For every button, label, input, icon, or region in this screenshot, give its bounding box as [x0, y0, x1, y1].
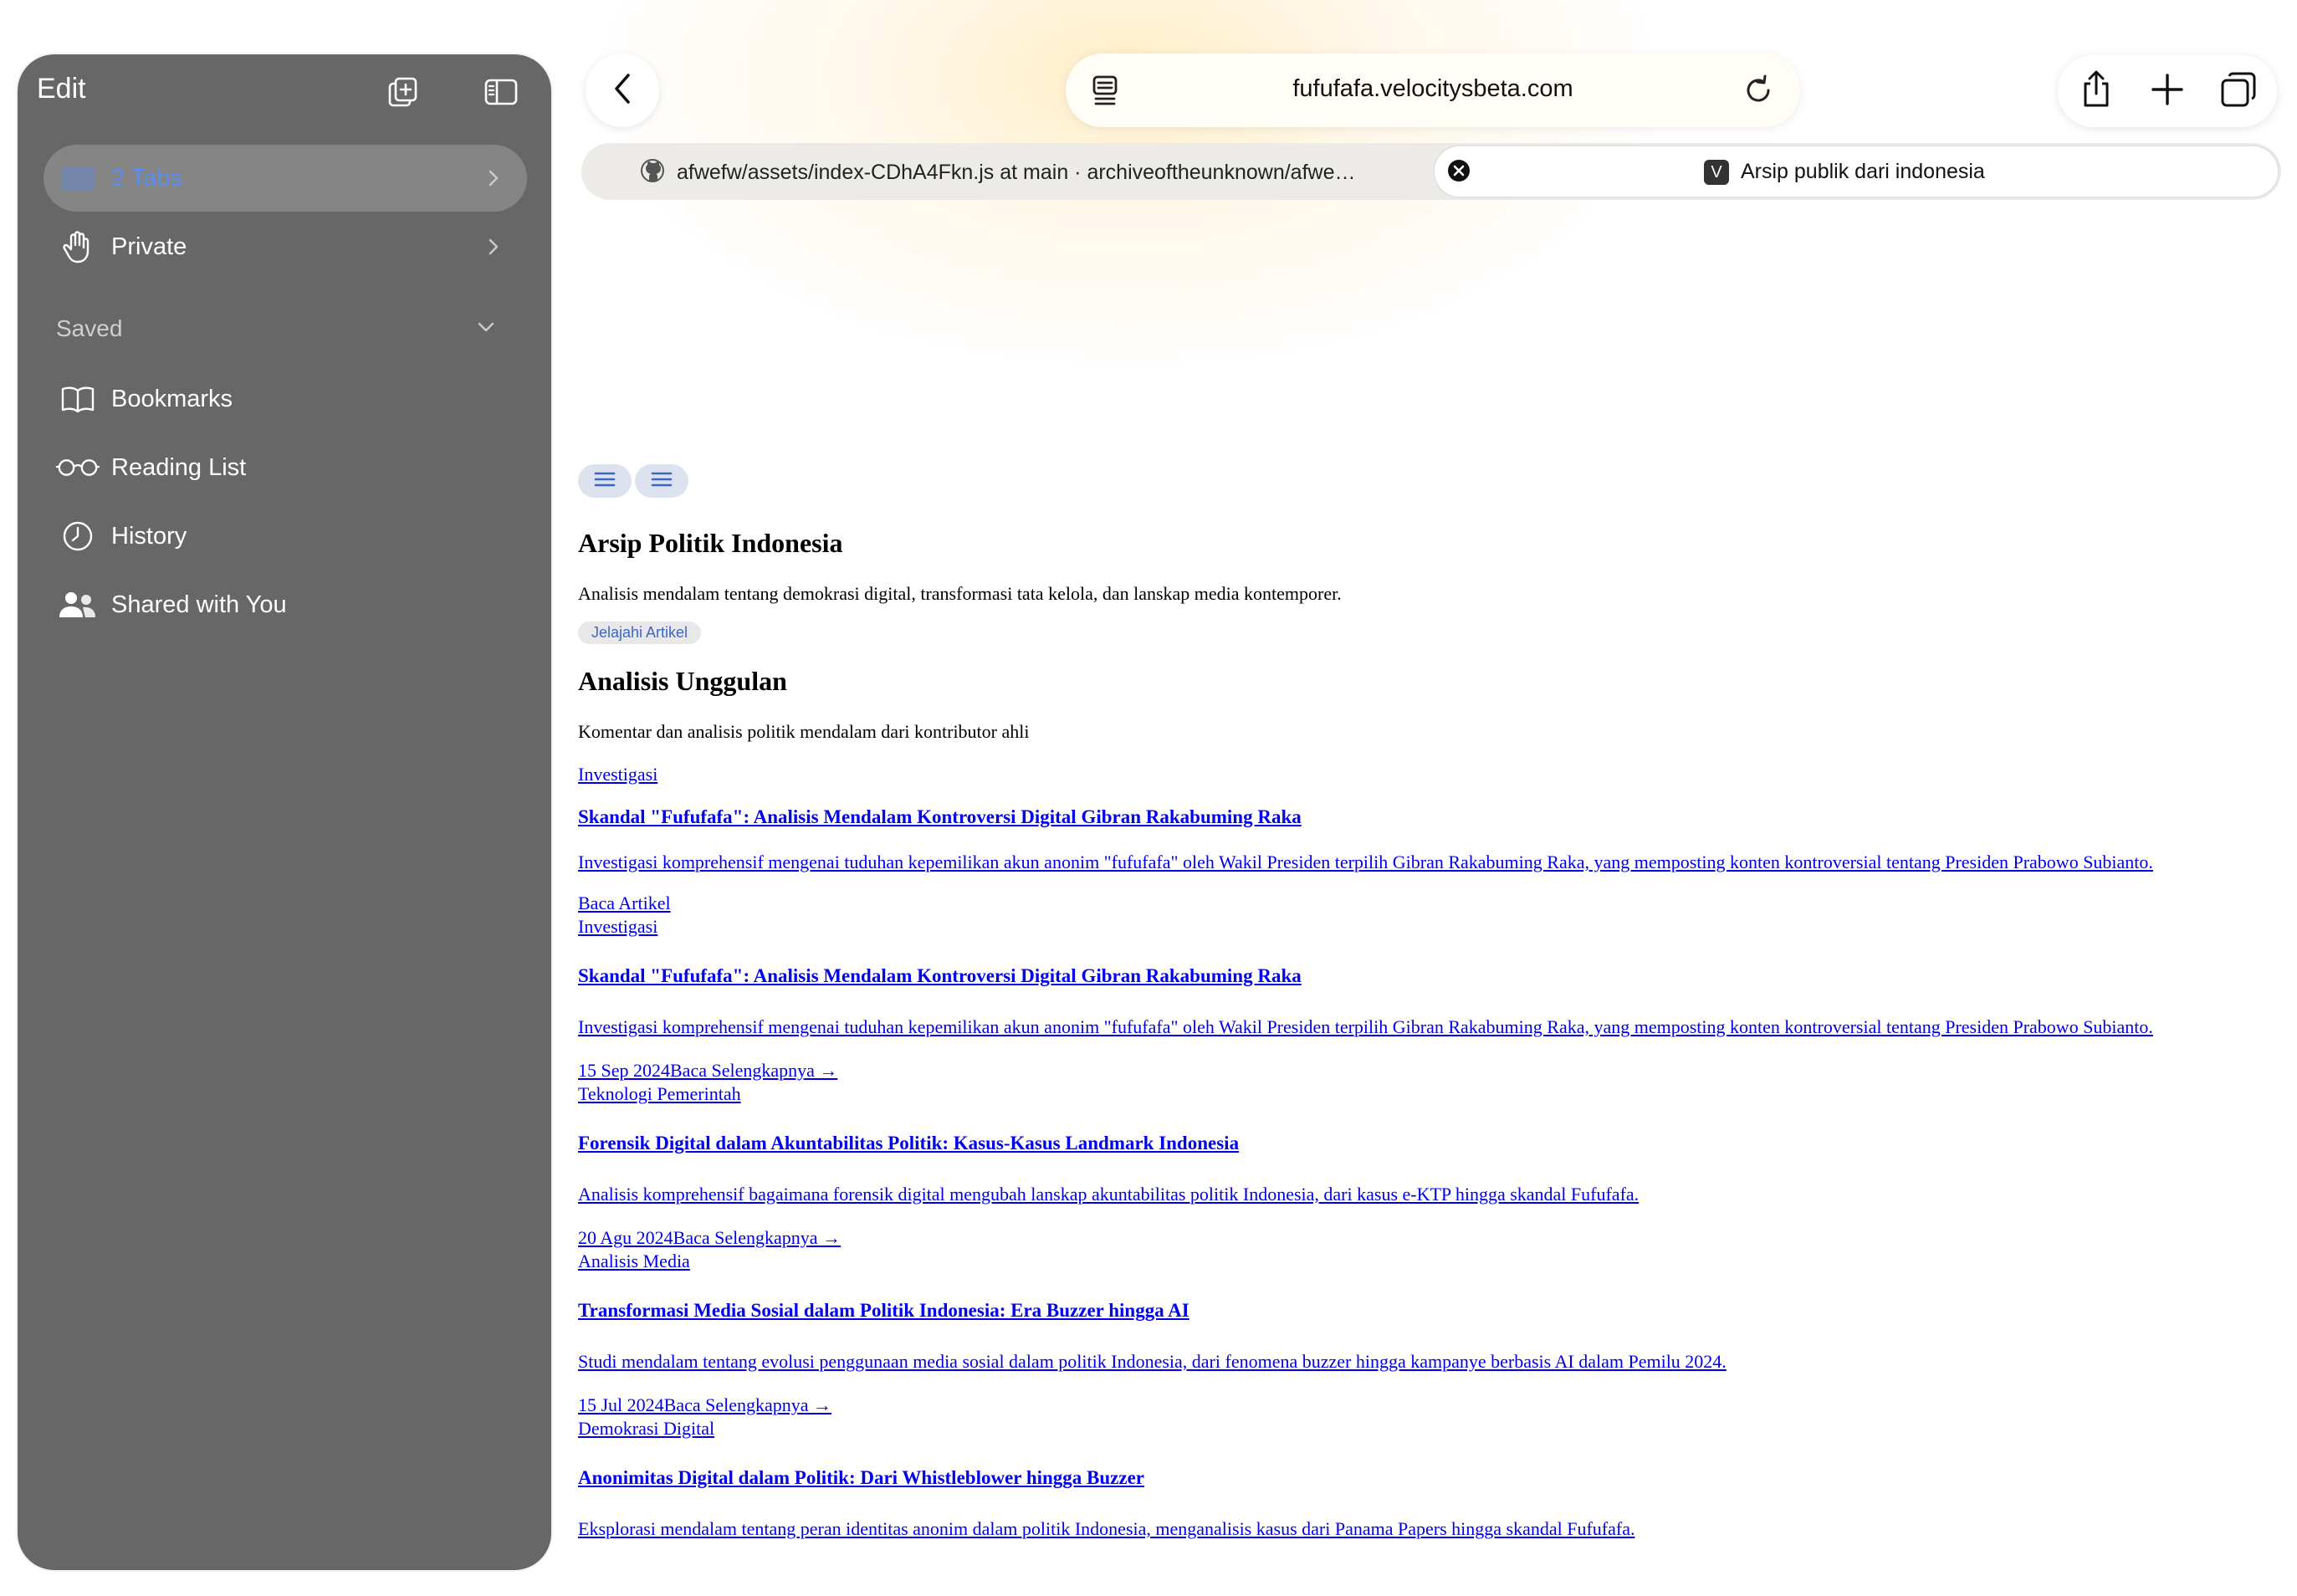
saved-section-header[interactable]: Saved	[56, 315, 122, 342]
sidebar-item-reading-list[interactable]: Reading List	[43, 434, 527, 501]
tab-overview-icon	[2220, 71, 2257, 112]
clock-icon	[56, 520, 100, 552]
article-card: Teknologi Pemerintah Forensik Digital da…	[578, 1082, 2284, 1250]
close-tab-icon[interactable]	[1446, 158, 1471, 187]
sidebar-item-label: Reading List	[111, 453, 247, 481]
read-article-link[interactable]: Baca Artikel	[578, 892, 2284, 915]
article-title-link[interactable]: Anonimitas Digital dalam Politik: Dari W…	[578, 1466, 2284, 1491]
tabs-icon	[56, 165, 100, 192]
article-card: Demokrasi Digital Anonimitas Digital dal…	[578, 1417, 2284, 1541]
article-title-link[interactable]: Forensik Digital dalam Akuntabilitas Pol…	[578, 1131, 2284, 1156]
hamburger-icon	[594, 471, 616, 492]
article-title-link[interactable]: Transformasi Media Sosial dalam Politik …	[578, 1298, 2284, 1323]
url-text: fufufafa.velocitysbeta.com	[1292, 75, 1573, 102]
article-category-link[interactable]: Demokrasi Digital	[578, 1417, 2284, 1440]
sidebar: Edit 2 Tabs Private Saved Bookmarks Read…	[18, 54, 551, 1570]
article-card: Investigasi Skandal "Fufufafa": Analisis…	[578, 763, 2284, 915]
sidebar-item-tabs[interactable]: 2 Tabs	[43, 145, 527, 212]
article-excerpt-link[interactable]: Analisis komprehensif bagaimana forensik…	[578, 1183, 2284, 1206]
sidebar-item-bookmarks[interactable]: Bookmarks	[43, 366, 527, 432]
article-title-link[interactable]: Skandal "Fufufafa": Analisis Mendalam Ko…	[578, 964, 2284, 989]
plus-icon	[2151, 73, 2184, 110]
share-button[interactable]	[2075, 70, 2117, 112]
new-tab-group-icon[interactable]	[382, 71, 424, 113]
article-category-link[interactable]: Investigasi	[578, 915, 2284, 939]
article-excerpt-link[interactable]: Studi mendalam tentang evolusi penggunaa…	[578, 1350, 2284, 1373]
tab-active[interactable]: V Arsip publik dari indonesia	[1433, 145, 2279, 198]
sidebar-item-shared-with-you[interactable]: Shared with You	[43, 571, 527, 638]
featured-heading: Analisis Unggulan	[578, 666, 787, 696]
address-bar[interactable]: fufufafa.velocitysbeta.com	[1066, 54, 1800, 127]
article-card: Analisis Media Transformasi Media Sosial…	[578, 1250, 2284, 1417]
sidebar-toggle-icon[interactable]	[480, 71, 522, 113]
glasses-icon	[56, 457, 100, 478]
article-excerpt-link[interactable]: Eksplorasi mendalam tentang peran identi…	[578, 1517, 2284, 1541]
tab-strip: afwefw/assets/index-CDhA4Fkn.js at main …	[581, 143, 2281, 200]
people-icon	[56, 591, 100, 619]
article-category-link[interactable]: Analisis Media	[578, 1250, 2284, 1273]
article-excerpt-link[interactable]: Investigasi komprehensif mengenai tuduha…	[578, 852, 2284, 873]
article-title-link[interactable]: Skandal "Fufufafa": Analisis Mendalam Ko…	[578, 805, 2284, 830]
hand-icon	[56, 230, 100, 263]
article-date-read-more-link[interactable]: 15 Sep 2024Baca Selengkapnya →	[578, 1059, 2284, 1082]
toolbar-actions	[2058, 55, 2277, 127]
explore-articles-button[interactable]: Jelajahi Artikel	[578, 622, 702, 644]
sidebar-item-label: Private	[111, 233, 187, 260]
chevron-right-icon	[477, 237, 510, 257]
tab-github[interactable]: afwefw/assets/index-CDhA4Fkn.js at main …	[640, 158, 1355, 187]
chevron-right-icon	[477, 168, 510, 188]
tab-label: afwefw/assets/index-CDhA4Fkn.js at main …	[677, 161, 1356, 184]
article-excerpt-link[interactable]: Investigasi komprehensif mengenai tuduha…	[578, 1015, 2284, 1039]
site-favicon: V	[1704, 160, 1729, 185]
share-icon	[2080, 70, 2113, 113]
sidebar-item-label: Shared with You	[111, 591, 287, 618]
hamburger-icon	[651, 471, 673, 492]
featured-subtitle: Komentar dan analisis politik mendalam d…	[578, 721, 1030, 742]
chevron-down-icon[interactable]	[476, 320, 496, 338]
sidebar-item-private[interactable]: Private	[43, 213, 527, 280]
tab-label: Arsip publik dari indonesia	[1741, 160, 1985, 183]
reload-icon[interactable]	[1740, 72, 1777, 113]
web-page-content: Arsip Politik Indonesia Analisis mendala…	[578, 464, 2284, 1541]
menu-button-secondary[interactable]	[635, 464, 688, 498]
page-title: Arsip Politik Indonesia	[578, 528, 843, 558]
sidebar-item-label: 2 Tabs	[111, 164, 182, 192]
article-date-read-more-link[interactable]: 20 Agu 2024Baca Selengkapnya →	[578, 1226, 2284, 1250]
article-card: Investigasi Skandal "Fufufafa": Analisis…	[578, 915, 2284, 1082]
sidebar-item-label: History	[111, 522, 187, 550]
page-description: Analisis mendalam tentang demokrasi digi…	[578, 583, 1342, 604]
edit-button[interactable]: Edit	[37, 73, 86, 105]
menu-button[interactable]	[578, 464, 632, 498]
article-category-link[interactable]: Teknologi Pemerintah	[578, 1082, 2284, 1106]
page-nav-buttons	[578, 464, 2284, 498]
back-button[interactable]	[586, 54, 659, 127]
article-category-link[interactable]: Investigasi	[578, 763, 2284, 786]
new-tab-button[interactable]	[2146, 70, 2188, 112]
tab-overview-button[interactable]	[2218, 70, 2259, 112]
chevron-left-icon	[611, 72, 633, 110]
sidebar-item-history[interactable]: History	[43, 503, 527, 570]
article-date-read-more-link[interactable]: 15 Jul 2024Baca Selengkapnya →	[578, 1394, 2284, 1417]
sidebar-item-label: Bookmarks	[111, 385, 233, 412]
github-icon	[640, 158, 665, 187]
book-icon	[56, 385, 100, 413]
